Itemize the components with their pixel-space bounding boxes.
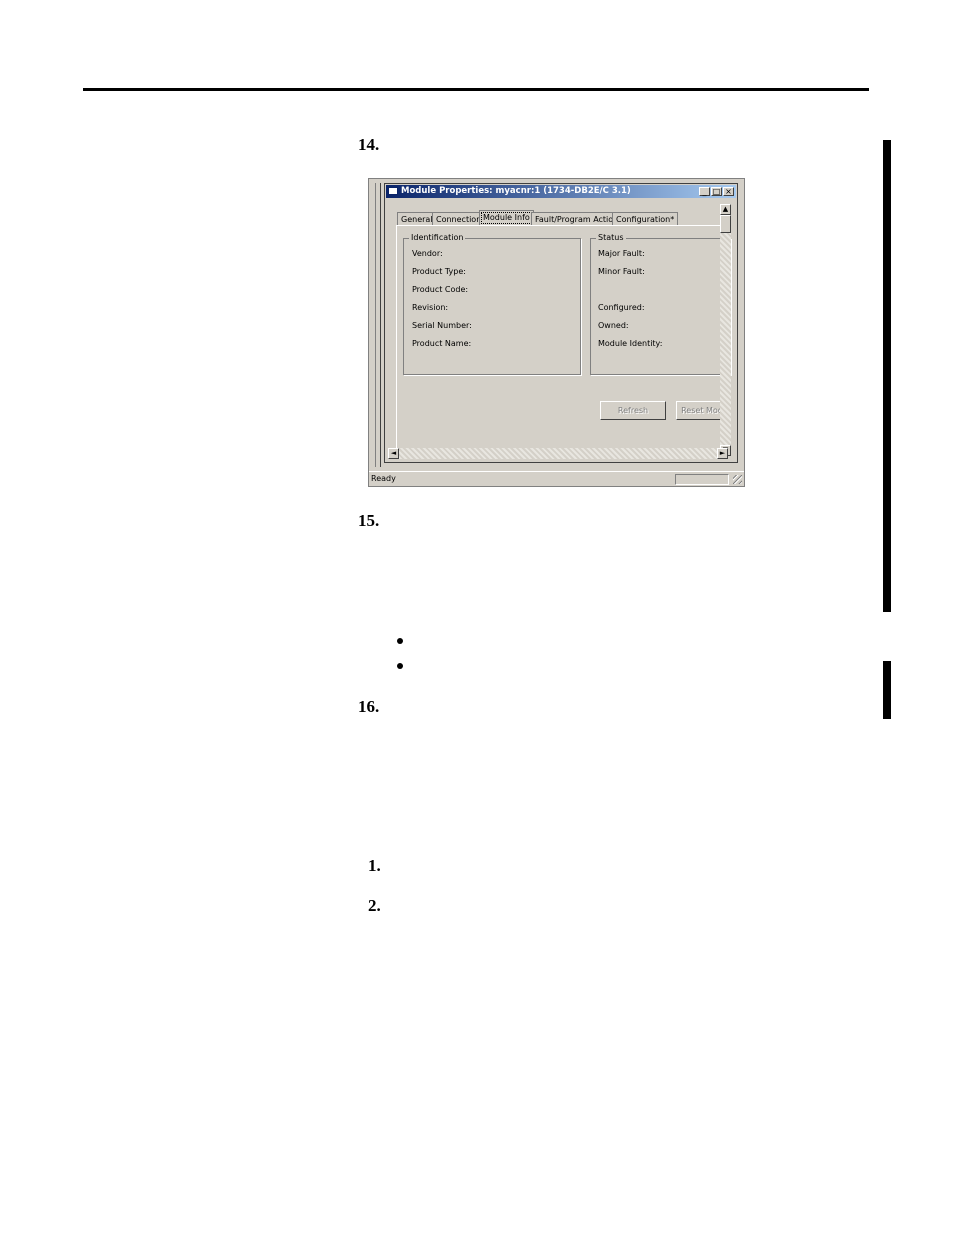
maximize-button[interactable]: □ [711,187,722,196]
product-type-label: Product Type: [412,267,466,276]
step-number-2: 2. [368,896,381,915]
module-identity-label: Module Identity: [598,339,663,348]
horizontal-scrollbar[interactable]: ◄ ► [388,448,728,459]
window-icon [388,187,398,195]
tab-module-info[interactable]: Module Info [479,210,534,226]
app-frame-left [375,183,381,467]
header-rule [83,88,869,91]
module-properties-screenshot: Module Properties: myacnr:1 (1734-DB2E/C… [368,178,745,487]
resize-grip-icon[interactable] [733,475,742,484]
scroll-left-icon[interactable]: ◄ [388,448,399,459]
vertical-scrollbar[interactable]: ▲ ▼ [720,204,731,456]
status-bar: Ready [369,471,744,486]
refresh-button[interactable]: Refresh [600,401,666,420]
tab-general[interactable]: General [397,212,437,226]
step-number-16: 16. [358,697,380,716]
bullet-2 [397,663,403,669]
minimize-button[interactable]: _ [699,187,710,196]
status-group: Status Major Fault: Minor Fault: Configu… [590,233,731,375]
status-label: Status [596,233,626,242]
step-number-14: 14. [358,135,380,154]
identification-label: Identification [409,233,466,242]
identification-group: Identification Vendor: Product Type: Pro… [403,233,581,375]
tab-connection[interactable]: Connection [432,212,486,226]
window-title: Module Properties: myacnr:1 (1734-DB2E/C… [401,186,631,196]
change-bar-1 [883,140,891,612]
product-name-label: Product Name: [412,339,472,348]
step-number-1: 1. [368,856,381,875]
close-button[interactable]: × [723,187,734,196]
owned-label: Owned: [598,321,629,330]
revision-label: Revision: [412,303,449,312]
status-text: Ready [371,474,396,483]
change-bar-2 [883,661,891,719]
serial-number-label: Serial Number: [412,321,472,330]
major-fault-label: Major Fault: [598,249,645,258]
vendor-label: Vendor: [412,249,443,258]
scroll-right-icon[interactable]: ► [717,448,728,459]
tab-configuration[interactable]: Configuration* [612,212,679,226]
vertical-scroll-thumb[interactable] [720,215,731,233]
module-properties-window: Module Properties: myacnr:1 (1734-DB2E/C… [384,183,738,463]
module-info-panel: Identification Vendor: Product Type: Pro… [396,225,731,452]
bullet-1 [397,638,403,644]
minor-fault-label: Minor Fault: [598,267,645,276]
product-code-label: Product Code: [412,285,469,294]
configured-label: Configured: [598,303,645,312]
title-bar: Module Properties: myacnr:1 (1734-DB2E/C… [386,185,736,198]
tab-fault-program-action[interactable]: Fault/Program Action [531,212,623,226]
step-number-15: 15. [358,511,380,530]
scroll-up-icon[interactable]: ▲ [720,204,731,215]
status-panel [675,474,729,485]
